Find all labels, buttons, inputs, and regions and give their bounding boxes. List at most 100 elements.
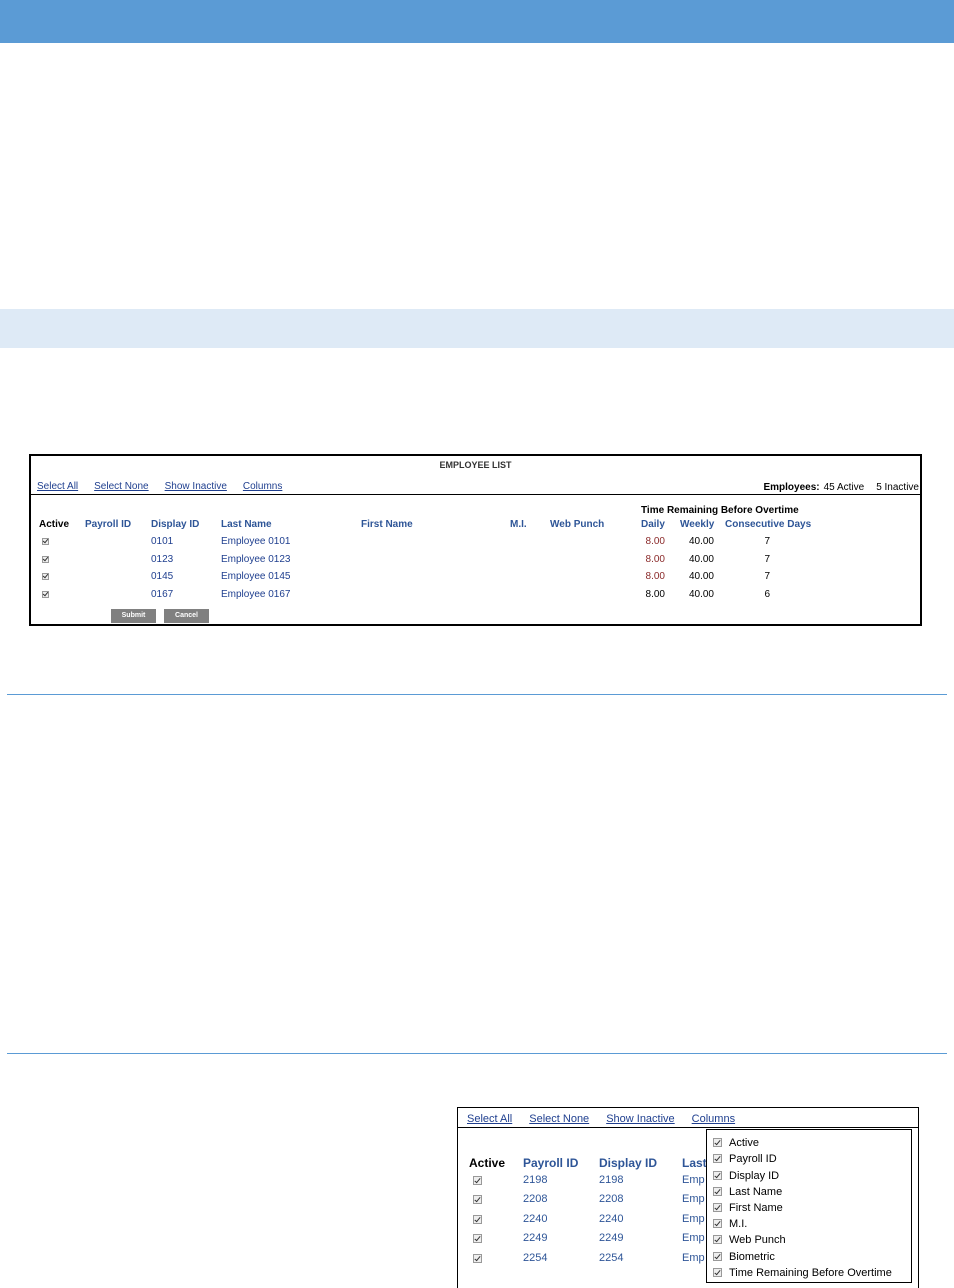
col-last-name-header[interactable]: Last Name [221, 519, 272, 530]
col-mi-header[interactable]: M.I. [510, 519, 527, 530]
column-checkbox[interactable] [713, 1268, 722, 1277]
select-none-link[interactable]: Select None [94, 481, 148, 492]
col-weekly-header[interactable]: Weekly [680, 519, 714, 530]
list-actions: Select All Select None Show Inactive Column… [37, 481, 298, 492]
employee-list-columns-panel: Select All Select None Show Inactive Column… [457, 1107, 919, 1288]
links-divider [458, 1127, 918, 1128]
column-option-label: M.I. [729, 1218, 748, 1230]
last-name-cell[interactable]: Employee 0145 [221, 571, 291, 582]
last-name-cell[interactable]: Emp [682, 1232, 705, 1244]
active-checkbox[interactable] [473, 1234, 482, 1243]
column-checkbox[interactable] [713, 1252, 722, 1261]
submit-button[interactable]: Submit [111, 609, 156, 623]
show-inactive-link[interactable]: Show Inactive [606, 1113, 674, 1125]
col-active-header: Active [469, 1156, 506, 1170]
display-id-cell[interactable]: 2254 [599, 1252, 623, 1264]
last-name-cell[interactable]: Emp [682, 1174, 705, 1186]
weekly-cell: 40.00 [688, 589, 714, 600]
column-option-first-name[interactable]: First Name [713, 1202, 783, 1214]
active-checkbox[interactable] [473, 1176, 482, 1185]
column-option-last-name[interactable]: Last Name [713, 1186, 782, 1198]
active-checkbox[interactable] [473, 1215, 482, 1224]
consecutive-days-cell: 7 [764, 536, 770, 547]
column-option-label: Display ID [729, 1170, 780, 1182]
column-option-time-remaining[interactable]: Time Remaining Before Overtime [713, 1267, 892, 1279]
payroll-id-cell[interactable]: 2208 [523, 1193, 547, 1205]
col-payroll-id-header[interactable]: Payroll ID [85, 519, 131, 530]
columns-link[interactable]: Columns [243, 481, 282, 492]
weekly-cell: 40.00 [688, 554, 714, 565]
active-checkbox[interactable] [42, 591, 49, 598]
col-payroll-id-header[interactable]: Payroll ID [523, 1156, 578, 1170]
payroll-id-cell[interactable]: 2254 [523, 1252, 547, 1264]
select-all-link[interactable]: Select All [37, 481, 78, 492]
consecutive-days-cell: 6 [764, 589, 770, 600]
last-name-cell[interactable]: Employee 0101 [221, 536, 291, 547]
section-header-bar [0, 309, 954, 348]
cancel-button[interactable]: Cancel [164, 609, 209, 623]
column-checkbox[interactable] [713, 1187, 722, 1196]
col-last-name-header[interactable]: Last [682, 1156, 707, 1170]
select-none-link[interactable]: Select None [529, 1113, 589, 1125]
col-first-name-header[interactable]: First Name [361, 519, 413, 530]
display-id-cell[interactable]: 2249 [599, 1232, 623, 1244]
active-checkbox[interactable] [473, 1254, 482, 1263]
display-id-cell[interactable]: 0101 [151, 536, 173, 547]
column-option-label: Last Name [729, 1186, 783, 1198]
column-checkbox[interactable] [713, 1138, 722, 1147]
column-checkbox[interactable] [713, 1219, 722, 1228]
last-name-cell[interactable]: Emp [682, 1193, 705, 1205]
display-id-cell[interactable]: 0145 [151, 571, 173, 582]
show-inactive-link[interactable]: Show Inactive [165, 481, 227, 492]
divider [7, 1053, 947, 1054]
consecutive-days-cell: 7 [764, 571, 770, 582]
column-option-label: First Name [729, 1202, 783, 1214]
active-checkbox[interactable] [42, 573, 49, 580]
links-divider [31, 494, 920, 495]
col-daily-header[interactable]: Daily [641, 519, 665, 530]
active-checkbox[interactable] [42, 556, 49, 563]
display-id-cell[interactable]: 0167 [151, 589, 173, 600]
column-option-mi[interactable]: M.I. [713, 1218, 747, 1230]
column-option-label: Time Remaining Before Overtime [729, 1267, 892, 1279]
last-name-cell[interactable]: Employee 0167 [221, 589, 291, 600]
column-option-payroll-id[interactable]: Payroll ID [713, 1153, 777, 1165]
column-option-label: Web Punch [729, 1234, 786, 1246]
column-option-label: Active [729, 1137, 759, 1149]
weekly-cell: 40.00 [688, 536, 714, 547]
display-id-cell[interactable]: 0123 [151, 554, 173, 565]
col-web-punch-header[interactable]: Web Punch [550, 519, 604, 530]
top-header-bar [0, 0, 954, 43]
last-name-cell[interactable]: Emp [682, 1213, 705, 1225]
select-all-link[interactable]: Select All [467, 1113, 512, 1125]
col-display-id-header[interactable]: Display ID [151, 519, 199, 530]
consecutive-days-cell: 7 [764, 554, 770, 565]
payroll-id-cell[interactable]: 2249 [523, 1232, 547, 1244]
column-option-display-id[interactable]: Display ID [713, 1170, 779, 1182]
column-option-active[interactable]: Active [713, 1137, 759, 1149]
payroll-id-cell[interactable]: 2240 [523, 1213, 547, 1225]
active-checkbox[interactable] [473, 1195, 482, 1204]
panel-title: EMPLOYEE LIST [439, 460, 512, 470]
display-id-cell[interactable]: 2240 [599, 1213, 623, 1225]
columns-dropdown-menu: Active Payroll ID Display ID Last Name F… [706, 1129, 912, 1283]
column-checkbox[interactable] [713, 1235, 722, 1244]
col-consecutive-days-header[interactable]: Consecutive Days [725, 519, 811, 530]
daily-cell: 8.00 [645, 536, 665, 547]
display-id-cell[interactable]: 2208 [599, 1193, 623, 1205]
display-id-cell[interactable]: 2198 [599, 1174, 623, 1186]
last-name-cell[interactable]: Employee 0123 [221, 554, 291, 565]
column-checkbox[interactable] [713, 1171, 722, 1180]
active-checkbox[interactable] [42, 538, 49, 545]
daily-cell: 8.00 [645, 589, 665, 600]
columns-link[interactable]: Columns [692, 1113, 735, 1125]
column-checkbox[interactable] [713, 1203, 722, 1212]
last-name-cell[interactable]: Emp [682, 1252, 705, 1264]
col-display-id-header[interactable]: Display ID [599, 1156, 657, 1170]
col-active-header: Active [39, 519, 70, 530]
column-option-web-punch[interactable]: Web Punch [713, 1234, 786, 1246]
employee-list-panel: EMPLOYEE LIST Select All Select None Show … [29, 454, 922, 626]
column-checkbox[interactable] [713, 1154, 722, 1163]
column-option-biometric[interactable]: Biometric [713, 1251, 775, 1263]
payroll-id-cell[interactable]: 2198 [523, 1174, 547, 1186]
